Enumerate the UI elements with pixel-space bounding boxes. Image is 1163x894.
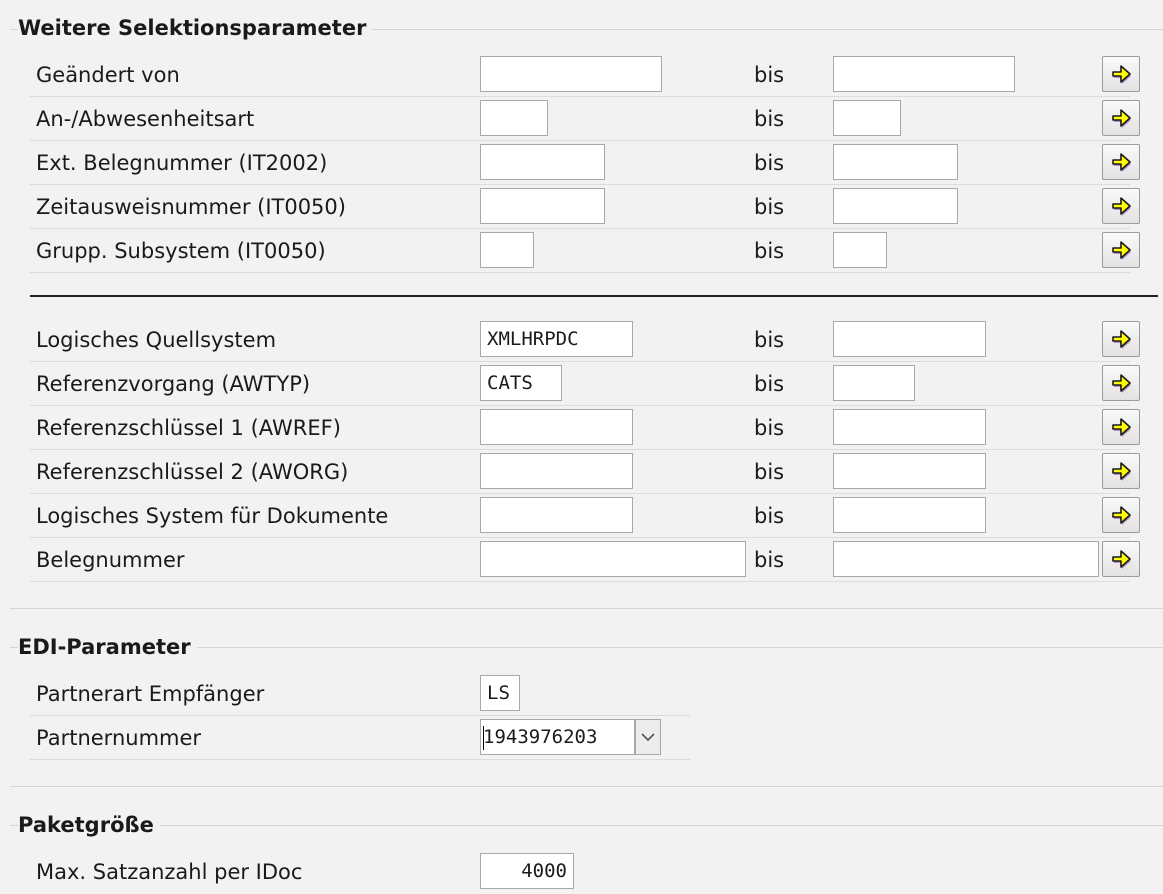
arrow-right-icon xyxy=(1112,418,1131,437)
edi-row-partnerart: Partnerart Empfänger LS xyxy=(30,672,1160,716)
belegnummer-high-input[interactable] xyxy=(833,541,1099,577)
multiple-selection-button[interactable] xyxy=(1102,100,1140,136)
arrow-right-icon xyxy=(1112,506,1131,525)
arrow-right-icon xyxy=(1112,109,1131,128)
geaendert-von-high-input[interactable] xyxy=(833,56,1015,92)
ext-belegnummer-low-input[interactable] xyxy=(480,144,605,180)
referenzschluessel-1-low-input[interactable] xyxy=(480,409,633,445)
max-satzanzahl-input[interactable]: 4000 xyxy=(480,853,574,889)
group-title-paket: Paketgröße xyxy=(18,811,160,839)
row-label: Partnernummer xyxy=(36,726,202,750)
referenzschluessel-1-high-input[interactable] xyxy=(833,409,986,445)
arrow-right-icon xyxy=(1112,241,1131,260)
row-label: Logisches Quellsystem xyxy=(36,328,277,352)
multiple-selection-button[interactable] xyxy=(1102,409,1140,445)
zeitausweisnummer-low-input[interactable] xyxy=(480,188,605,224)
selection-row-referenzvorgang: Referenzvorgang (AWTYP) CATS bis xyxy=(30,362,1160,406)
selection-row-logisches-quellsystem: Logisches Quellsystem XMLHRPDC bis xyxy=(30,318,1160,362)
referenzschluessel-2-low-input[interactable] xyxy=(480,453,633,489)
row-label: Grupp. Subsystem (IT0050) xyxy=(36,239,326,263)
multiple-selection-button[interactable] xyxy=(1102,144,1140,180)
logisches-quellsystem-high-input[interactable] xyxy=(833,321,986,357)
abwesenheitsart-low-input[interactable] xyxy=(480,100,548,136)
edi-row-partnernummer: Partnernummer 1943976203 xyxy=(30,716,1160,760)
bis-label: bis xyxy=(754,328,785,352)
row-label: Ext. Belegnummer (IT2002) xyxy=(36,151,328,175)
multiple-selection-button[interactable] xyxy=(1102,321,1140,357)
group-title-edi: EDI-Parameter xyxy=(18,633,197,661)
row-label: Belegnummer xyxy=(36,548,185,572)
bis-label: bis xyxy=(754,239,785,263)
row-label: Geändert von xyxy=(36,63,180,87)
bis-label: bis xyxy=(754,107,785,131)
multiple-selection-button[interactable] xyxy=(1102,188,1140,224)
belegnummer-low-input[interactable] xyxy=(480,541,746,577)
section-separator xyxy=(30,295,1158,297)
partnernummer-input[interactable]: 1943976203 xyxy=(480,719,635,755)
bis-label: bis xyxy=(754,63,785,87)
selection-row-grupp-subsystem: Grupp. Subsystem (IT0050) bis xyxy=(30,229,1160,273)
arrow-right-icon xyxy=(1112,65,1131,84)
partnernummer-dropdown-button[interactable] xyxy=(635,719,661,755)
row-label: Max. Satzanzahl per IDoc xyxy=(36,860,303,884)
bis-label: bis xyxy=(754,416,785,440)
bis-label: bis xyxy=(754,504,785,528)
arrow-right-icon xyxy=(1112,374,1131,393)
arrow-right-icon xyxy=(1112,153,1131,172)
row-label: Zeitausweisnummer (IT0050) xyxy=(36,195,346,219)
bis-label: bis xyxy=(754,460,785,484)
bis-label: bis xyxy=(754,195,785,219)
grupp-subsystem-high-input[interactable] xyxy=(833,232,887,268)
multiple-selection-button[interactable] xyxy=(1102,497,1140,533)
row-label: Referenzschlüssel 2 (AWORG) xyxy=(36,460,349,484)
selection-row-zeitausweisnummer: Zeitausweisnummer (IT0050) bis xyxy=(30,185,1160,229)
logisches-system-dokumente-high-input[interactable] xyxy=(833,497,986,533)
selection-row-logisches-system-dokumente: Logisches System für Dokumente bis xyxy=(30,494,1160,538)
selection-row-geaendert-von: Geändert von bis xyxy=(30,53,1160,97)
bis-label: bis xyxy=(754,548,785,572)
logisches-system-dokumente-low-input[interactable] xyxy=(480,497,633,533)
group-frame-line xyxy=(10,825,1163,826)
multiple-selection-button[interactable] xyxy=(1102,56,1140,92)
arrow-right-icon xyxy=(1112,550,1131,569)
selection-row-ext-belegnummer: Ext. Belegnummer (IT2002) bis xyxy=(30,141,1160,185)
grupp-subsystem-low-input[interactable] xyxy=(480,232,534,268)
bis-label: bis xyxy=(754,151,785,175)
partnernummer-value: 1943976203 xyxy=(483,726,598,748)
row-label: Logisches System für Dokumente xyxy=(36,504,389,528)
zeitausweisnummer-high-input[interactable] xyxy=(833,188,958,224)
arrow-right-icon xyxy=(1112,197,1131,216)
selection-row-abwesenheitsart: An-/Abwesenheitsart bis xyxy=(30,97,1160,141)
multiple-selection-button[interactable] xyxy=(1102,232,1140,268)
ext-belegnummer-high-input[interactable] xyxy=(833,144,958,180)
referenzschluessel-2-high-input[interactable] xyxy=(833,453,986,489)
arrow-right-icon xyxy=(1112,330,1131,349)
group-frame-bottom xyxy=(10,608,1163,609)
paket-row-max-satzanzahl: Max. Satzanzahl per IDoc 4000 xyxy=(30,850,1160,894)
abwesenheitsart-high-input[interactable] xyxy=(833,100,901,136)
row-label: Referenzvorgang (AWTYP) xyxy=(36,372,311,396)
logisches-quellsystem-low-input[interactable]: XMLHRPDC xyxy=(480,321,633,357)
referenzvorgang-low-input[interactable]: CATS xyxy=(480,365,562,401)
geaendert-von-low-input[interactable] xyxy=(480,56,662,92)
chevron-down-icon xyxy=(641,733,655,742)
multiple-selection-button[interactable] xyxy=(1102,541,1140,577)
partnerart-empfaenger-input[interactable]: LS xyxy=(480,675,520,711)
arrow-right-icon xyxy=(1112,462,1131,481)
row-label: Referenzschlüssel 1 (AWREF) xyxy=(36,416,341,440)
row-label: An-/Abwesenheitsart xyxy=(36,107,255,131)
selection-row-belegnummer: Belegnummer bis xyxy=(30,538,1160,582)
multiple-selection-button[interactable] xyxy=(1102,453,1140,489)
group-title-selection: Weitere Selektionsparameter xyxy=(18,14,373,42)
group-frame-bottom xyxy=(10,786,1163,787)
row-label: Partnerart Empfänger xyxy=(36,682,265,706)
multiple-selection-button[interactable] xyxy=(1102,365,1140,401)
referenzvorgang-high-input[interactable] xyxy=(833,365,915,401)
bis-label: bis xyxy=(754,372,785,396)
selection-row-referenzschluessel-2: Referenzschlüssel 2 (AWORG) bis xyxy=(30,450,1160,494)
selection-row-referenzschluessel-1: Referenzschlüssel 1 (AWREF) bis xyxy=(30,406,1160,450)
